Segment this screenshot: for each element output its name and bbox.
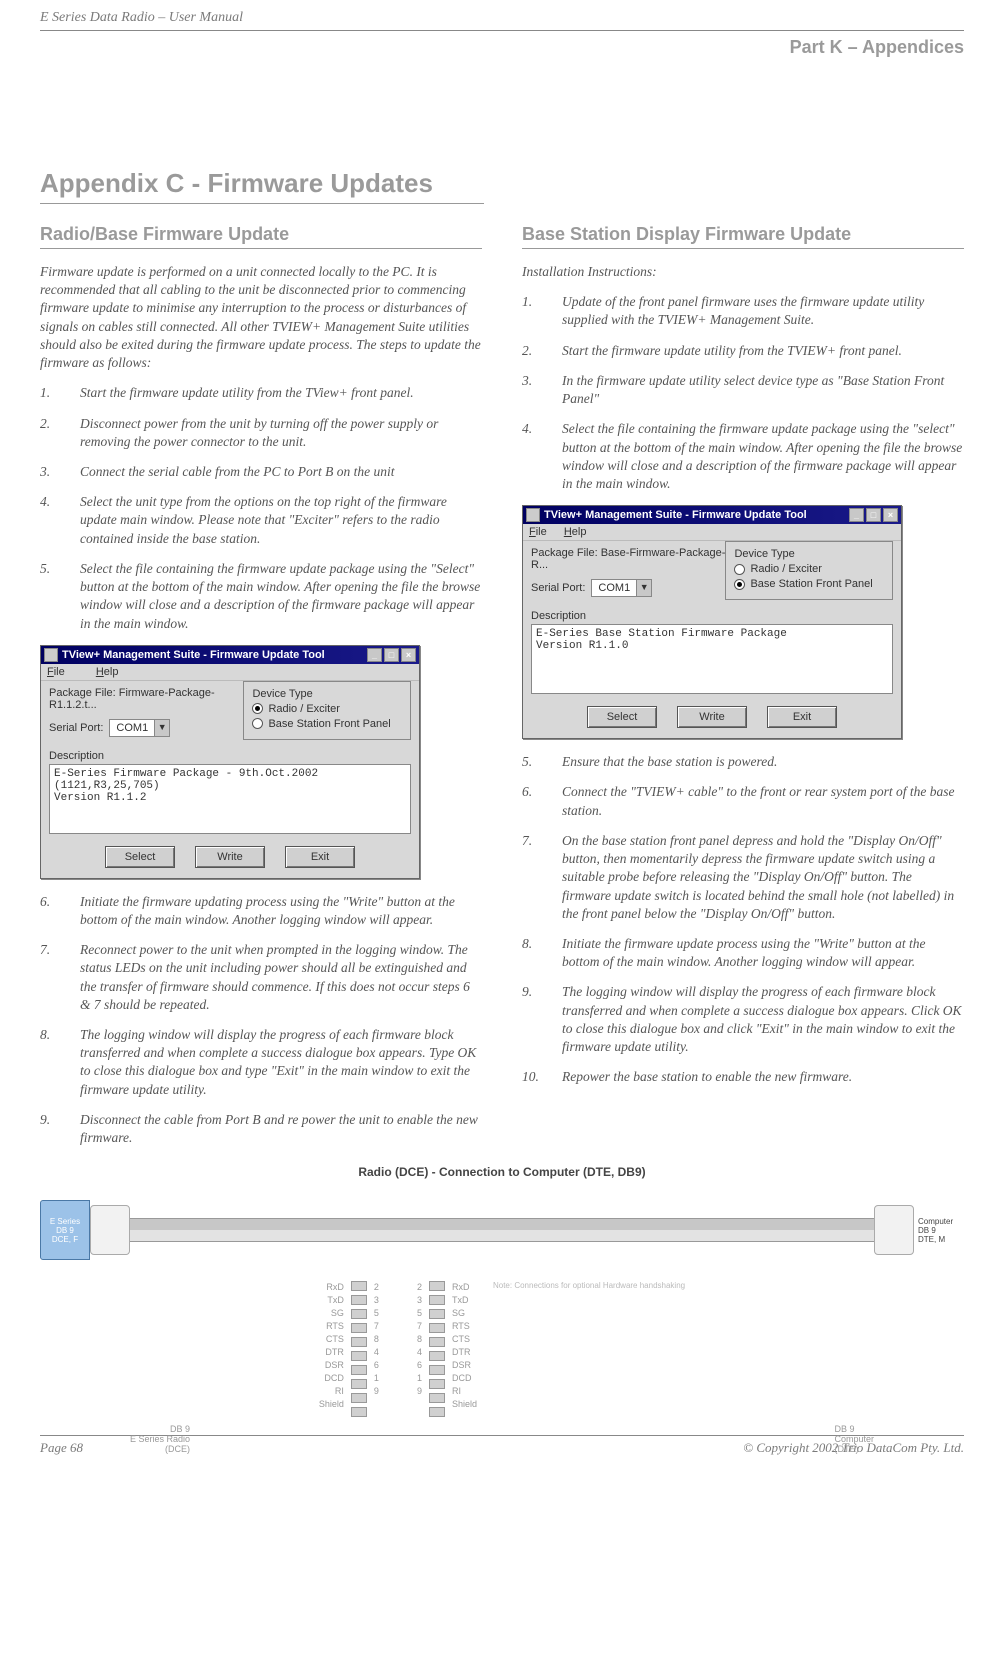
exit-button[interactable]: Exit xyxy=(285,846,355,868)
close-icon[interactable]: × xyxy=(401,648,416,662)
radio-exciter[interactable] xyxy=(252,703,263,714)
left-steps: Start the firmware update utility from t… xyxy=(40,384,482,632)
right-steps: Update of the front panel firmware uses … xyxy=(522,293,964,493)
step: The logging window will display the prog… xyxy=(40,1026,482,1099)
radio-basestation[interactable] xyxy=(252,718,263,729)
appendix-heading: Appendix C - Firmware Updates xyxy=(40,168,484,204)
right-steps-cont: Ensure that the base station is powered.… xyxy=(522,753,964,1086)
pinout: RxDTxDSGRTSCTSDTRDSRDCDRIShield 23578461… xyxy=(40,1281,964,1420)
right-section-heading: Base Station Display Firmware Update xyxy=(522,224,964,249)
serial-value: COM1 xyxy=(592,582,636,594)
app-icon xyxy=(44,648,58,662)
radio-label: Radio / Exciter xyxy=(268,703,340,715)
window-title: TView+ Management Suite - Firmware Updat… xyxy=(544,509,807,521)
header-rule xyxy=(40,30,964,31)
left-bottom-label: DB 9 E Series Radio (DCE) xyxy=(130,1424,190,1454)
minimize-icon[interactable]: _ xyxy=(849,508,864,522)
serial-select[interactable]: COM1 ▼ xyxy=(591,579,652,597)
step: Disconnect power from the unit by turnin… xyxy=(40,415,482,451)
select-button[interactable]: Select xyxy=(587,706,657,728)
plug-left xyxy=(90,1205,130,1255)
left-section-heading: Radio/Base Firmware Update xyxy=(40,224,482,249)
chevron-down-icon[interactable]: ▼ xyxy=(154,720,169,736)
right-intro: Installation Instructions: xyxy=(522,263,964,281)
step: Connect the serial cable from the PC to … xyxy=(40,463,482,481)
cable-caption: Radio (DCE) - Connection to Computer (DT… xyxy=(40,1165,964,1179)
step: Connect the "TVIEW+ cable" to the front … xyxy=(522,783,964,819)
step: Select the file containing the firmware … xyxy=(522,420,964,493)
app-icon xyxy=(526,508,540,522)
pkg-label: Package File: xyxy=(531,547,598,559)
radio-label: Base Station Front Panel xyxy=(268,718,390,730)
step: On the base station front panel depress … xyxy=(522,832,964,923)
titlebar: TView+ Management Suite - Firmware Updat… xyxy=(523,506,901,524)
plug-right xyxy=(874,1205,914,1255)
firmware-dialog-right: TView+ Management Suite - Firmware Updat… xyxy=(522,505,902,739)
write-button[interactable]: Write xyxy=(677,706,747,728)
step: Initiate the firmware updating process u… xyxy=(40,893,482,929)
device-type-legend: Device Type xyxy=(252,688,312,700)
left-intro: Firmware update is performed on a unit c… xyxy=(40,263,482,372)
right-column: Base Station Display Firmware Update Ins… xyxy=(522,224,964,1159)
step: Select the unit type from the options on… xyxy=(40,493,482,548)
serial-select[interactable]: COM1 ▼ xyxy=(109,719,170,737)
device-type-group: Device Type Radio / Exciter Base Station… xyxy=(243,681,411,740)
step: Disconnect the cable from Port B and re … xyxy=(40,1111,482,1147)
radio-label: Base Station Front Panel xyxy=(750,578,872,590)
maximize-icon[interactable]: □ xyxy=(866,508,881,522)
left-steps-cont: Initiate the firmware updating process u… xyxy=(40,893,482,1148)
minimize-icon[interactable]: _ xyxy=(367,648,382,662)
connector-left: E Series DB 9 DCE, F xyxy=(40,1200,90,1260)
step: Initiate the firmware update process usi… xyxy=(522,935,964,971)
cable-diagram: Radio (DCE) - Connection to Computer (DT… xyxy=(40,1165,964,1425)
serial-label: Serial Port: xyxy=(531,582,585,594)
exit-button[interactable]: Exit xyxy=(767,706,837,728)
pkg-label: Package File: xyxy=(49,687,116,699)
step: Select the file containing the firmware … xyxy=(40,560,482,633)
radio-basestation[interactable] xyxy=(734,579,745,590)
desc-textbox: E-Series Base Station Firmware Package V… xyxy=(531,624,893,694)
menu-help[interactable]: Help xyxy=(96,666,133,678)
desc-label: Description xyxy=(49,750,411,762)
cable-wire xyxy=(130,1218,874,1242)
step: Update of the front panel firmware uses … xyxy=(522,293,964,329)
titlebar: TView+ Management Suite - Firmware Updat… xyxy=(41,646,419,664)
close-icon[interactable]: × xyxy=(883,508,898,522)
step: Repower the base station to enable the n… xyxy=(522,1068,964,1086)
radio-label: Radio / Exciter xyxy=(750,563,822,575)
maximize-icon[interactable]: □ xyxy=(384,648,399,662)
chevron-down-icon[interactable]: ▼ xyxy=(636,580,651,596)
window-title: TView+ Management Suite - Firmware Updat… xyxy=(62,649,325,661)
device-type-group: Device Type Radio / Exciter Base Station… xyxy=(725,541,893,600)
step: In the firmware update utility select de… xyxy=(522,372,964,408)
menubar: File Help xyxy=(41,664,419,681)
step: Reconnect power to the unit when prompte… xyxy=(40,941,482,1014)
step: Start the firmware update utility from t… xyxy=(40,384,482,402)
desc-textbox: E-Series Firmware Package - 9th.Oct.2002… xyxy=(49,764,411,834)
step: The logging window will display the prog… xyxy=(522,983,964,1056)
menu-file[interactable]: File xyxy=(529,526,547,538)
part-label: Part K – Appendices xyxy=(40,37,964,58)
write-button[interactable]: Write xyxy=(195,846,265,868)
device-type-legend: Device Type xyxy=(734,548,794,560)
pinout-note: Note: Connections for optional Hardware … xyxy=(493,1281,685,1420)
desc-label: Description xyxy=(531,610,893,622)
firmware-dialog-left: TView+ Management Suite - Firmware Updat… xyxy=(40,645,420,879)
menu-help[interactable]: Help xyxy=(564,526,587,538)
left-column: Radio/Base Firmware Update Firmware upda… xyxy=(40,224,482,1159)
radio-exciter[interactable] xyxy=(734,564,745,575)
serial-label: Serial Port: xyxy=(49,722,103,734)
step: Start the firmware update utility from t… xyxy=(522,342,964,360)
connector-right-label: Computer DB 9 DTE, M xyxy=(914,1217,964,1244)
menu-file[interactable]: File xyxy=(47,666,79,678)
menubar: File Help xyxy=(523,524,901,541)
step: Ensure that the base station is powered. xyxy=(522,753,964,771)
select-button[interactable]: Select xyxy=(105,846,175,868)
serial-value: COM1 xyxy=(110,722,154,734)
doc-title: E Series Data Radio – User Manual xyxy=(40,10,964,30)
right-bottom-label: DB 9 Computer (DTE) xyxy=(834,1424,874,1454)
